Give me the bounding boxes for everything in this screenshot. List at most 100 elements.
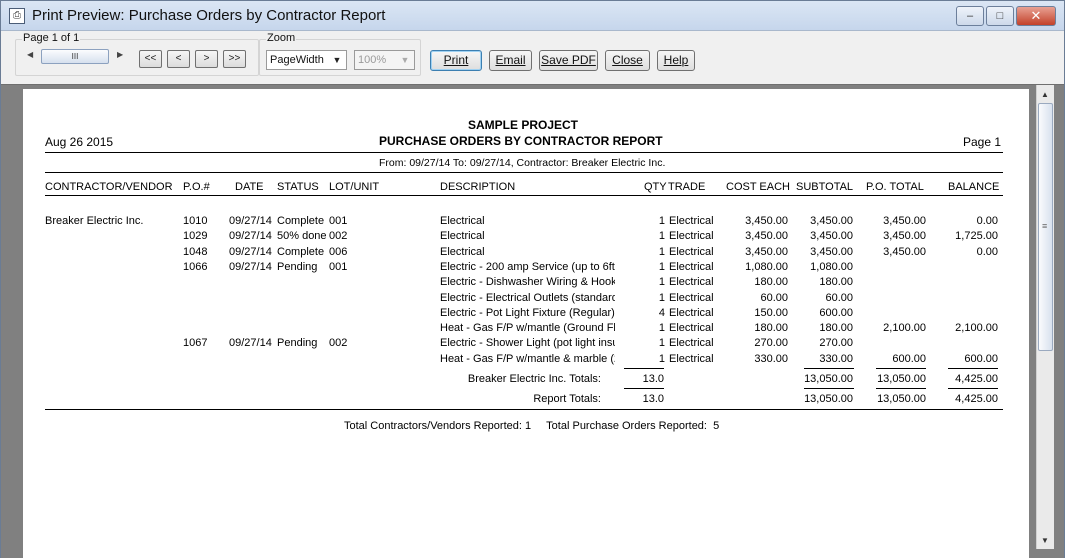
divider	[45, 195, 1003, 196]
page-scroll-thumb[interactable]: III	[41, 49, 109, 64]
cell-qty: 1	[658, 337, 665, 350]
close-button[interactable]: Close	[605, 50, 650, 71]
cell-trade: Electrical	[669, 322, 714, 335]
print-preview-window: ⎙ Print Preview: Purchase Orders by Cont…	[0, 0, 1065, 558]
divider	[45, 409, 1003, 410]
vertical-scrollbar[interactable]: ▲ ≡ ▼	[1036, 85, 1054, 549]
report-project: SAMPLE PROJECT	[468, 118, 579, 132]
cell-cost: 3,450.00	[745, 215, 788, 227]
cell-balance: 0.00	[976, 245, 998, 258]
report-totals-qty: 13.0	[642, 393, 664, 405]
cell-po-total: 3,450.00	[883, 245, 926, 258]
save-pdf-button[interactable]: Save PDF	[539, 50, 598, 71]
col-qty: QTY	[644, 181, 667, 193]
cell-subtotal: 1,080.00	[810, 260, 853, 273]
report-footer: Total Contractors/Vendors Reported: 1 To…	[344, 420, 720, 432]
cell-date: 09/27/14	[229, 260, 272, 273]
total-rule	[876, 388, 926, 389]
cell-trade: Electrical	[669, 306, 714, 319]
cell-subtotal: 180.00	[819, 322, 853, 335]
divider	[45, 152, 1003, 153]
cell-status: Complete	[277, 245, 325, 258]
prev-page-button[interactable]: <	[167, 50, 190, 68]
window-title: Print Preview: Purchase Orders by Contra…	[32, 7, 386, 24]
cell-qty: 1	[658, 291, 665, 304]
cell-date: 09/27/14	[229, 215, 272, 227]
col-trade: TRADE	[668, 181, 706, 193]
page-scrollbar[interactable]: ◀ III ▶	[21, 48, 131, 65]
help-button[interactable]: Help	[657, 50, 695, 71]
cell-desc: Electrical	[440, 215, 485, 227]
cell-trade: Electrical	[669, 352, 714, 365]
scroll-right-icon[interactable]: ▶	[117, 50, 123, 59]
vendor-totals-balance: 4,425.00	[955, 373, 998, 385]
cell-cost: 180.00	[754, 322, 788, 335]
scroll-left-icon[interactable]: ◀	[27, 50, 33, 59]
email-button-label: Email	[495, 53, 526, 67]
cell-qty: 1	[658, 322, 665, 335]
cell-cost: 150.00	[754, 306, 788, 319]
grip-icon: ≡	[1042, 221, 1048, 231]
preview-area[interactable]: SAMPLE PROJECT PURCHASE ORDERS BY CONTRA…	[1, 84, 1064, 558]
cell-trade: Electrical	[669, 230, 714, 243]
cell-lot: 001	[329, 260, 348, 273]
close-window-button[interactable]: ✕	[1016, 6, 1056, 26]
scroll-down-icon[interactable]: ▼	[1041, 536, 1049, 545]
email-button[interactable]: Email	[489, 50, 532, 71]
zoom-mode-select[interactable]: PageWidth ▼	[266, 50, 347, 70]
chevron-down-icon[interactable]: ▼	[330, 52, 344, 68]
last-page-button[interactable]: >>	[223, 50, 246, 68]
cell-status: Pending	[277, 260, 318, 273]
report-date: Aug 26 2015	[45, 135, 114, 149]
print-button-label: Print	[443, 53, 469, 67]
cell-desc: Heat - Gas F/P w/mantle & marble (2	[440, 352, 615, 365]
col-contractor: CONTRACTOR/VENDOR	[45, 181, 173, 193]
vertical-scroll-thumb[interactable]: ≡	[1038, 103, 1053, 351]
report-totals-label: Report Totals:	[533, 393, 601, 405]
minimize-button[interactable]: –	[956, 6, 984, 26]
report-title: PURCHASE ORDERS BY CONTRACTOR REPORT	[379, 134, 663, 148]
col-date: DATE	[235, 181, 264, 193]
total-rule	[624, 368, 664, 369]
cell-subtotal: 600.00	[819, 306, 853, 319]
cell-lot: 001	[329, 215, 348, 227]
cell-date: 09/27/14	[229, 337, 272, 350]
help-button-label: Help	[663, 53, 689, 67]
cell-qty: 4	[658, 306, 665, 319]
maximize-button[interactable]: □	[986, 6, 1014, 26]
report-totals-subtotal: 13,050.00	[804, 393, 853, 405]
cell-cost: 330.00	[754, 352, 788, 365]
report-page: SAMPLE PROJECT PURCHASE ORDERS BY CONTRA…	[23, 89, 1029, 558]
cell-desc: Electric - Dishwasher Wiring & Hook	[440, 276, 615, 289]
zoom-mode-value: PageWidth	[270, 54, 324, 66]
cell-subtotal: 3,450.00	[810, 230, 853, 243]
cell-date: 09/27/14	[229, 230, 272, 243]
chevron-down-icon: ▼	[400, 55, 410, 65]
cell-po: 1010	[183, 215, 208, 227]
cell-po-total: 3,450.00	[883, 215, 926, 227]
cell-qty: 1	[658, 352, 665, 365]
print-button[interactable]: Print	[430, 50, 482, 71]
cell-qty: 1	[658, 245, 665, 258]
cell-trade: Electrical	[669, 260, 714, 273]
cell-qty: 1	[658, 260, 665, 273]
cell-lot: 002	[329, 337, 348, 350]
cell-trade: Electrical	[669, 215, 714, 227]
divider	[45, 172, 1003, 173]
total-rule	[624, 388, 664, 389]
cell-trade: Electrical	[669, 245, 714, 258]
total-rule	[876, 368, 926, 369]
total-rule	[948, 368, 998, 369]
cell-cost: 1,080.00	[745, 260, 788, 273]
next-page-button[interactable]: >	[195, 50, 218, 68]
first-page-button[interactable]: <<	[139, 50, 162, 68]
cell-subtotal: 330.00	[819, 352, 853, 365]
save-pdf-button-label: Save PDF	[541, 53, 596, 67]
scroll-up-icon[interactable]: ▲	[1041, 90, 1049, 99]
col-subtotal: SUBTOTAL	[796, 181, 854, 193]
report-totals-po-total: 13,050.00	[877, 393, 926, 405]
cell-po-total: 2,100.00	[883, 322, 926, 335]
title-bar[interactable]: ⎙ Print Preview: Purchase Orders by Cont…	[1, 1, 1064, 31]
cell-po: 1067	[183, 337, 208, 350]
cell-desc: Electric - Pot Light Fixture (Regular)	[440, 306, 615, 319]
